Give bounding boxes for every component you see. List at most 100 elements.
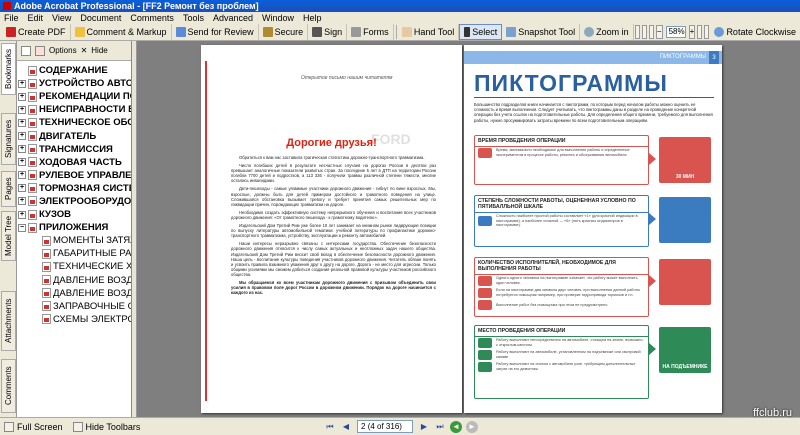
zoom-out-icon[interactable]: − [655,24,663,39]
pictogram-description: Сложность наиболее простой работы состав… [496,214,638,228]
bookmark-item[interactable]: + ЭЛЕКТРООБОРУДОВ [17,195,131,208]
menu-help[interactable]: Help [303,13,322,23]
bookmark-options-button[interactable]: Options [49,46,77,55]
tab-model-tree[interactable]: Model Tree [1,211,16,261]
bookmark-page-icon [28,170,37,181]
expand-toggle-icon[interactable]: + [18,184,26,193]
expand-toggle-icon[interactable]: + [18,132,26,141]
single-page-icon[interactable] [697,24,703,39]
menu-window[interactable]: Window [262,13,294,23]
bookmark-item[interactable]: + ТРАНСМИССИЯ [17,143,131,156]
fit-page-icon[interactable] [641,24,647,39]
continuous-page-icon[interactable] [704,24,710,39]
bookmark-item[interactable]: + ТЕХНИЧЕСКОЕ ОБСЛ [17,116,131,129]
bookmark-item[interactable]: ДАВЛЕНИЕ ВОЗДУ [17,274,131,287]
bookmark-item[interactable]: + РЕКОМЕНДАЦИИ ПО [17,90,131,103]
letter-body: Обратиться к вам нас заставила трагическ… [231,155,436,298]
bookmark-page-icon [42,314,51,325]
actual-size-icon[interactable] [634,24,640,39]
expand-toggle-icon[interactable]: + [18,92,26,101]
bookmark-item[interactable]: + ДВИГАТЕЛЬ [17,129,131,142]
hide-toolbars-button[interactable]: Hide Toolbars [86,422,141,432]
fit-width-icon[interactable] [648,24,654,39]
tab-attachments[interactable]: Attachments [1,291,16,351]
menu-file[interactable]: File [4,13,19,23]
expand-toggle-icon[interactable]: + [18,79,26,88]
zoom-level-field[interactable]: 58% [665,25,686,38]
bookmark-item[interactable]: МОМЕНТЫ ЗАТЯЖ [17,234,131,247]
go-forward-icon[interactable]: ► [466,420,478,433]
expand-toggle-icon[interactable]: + [18,105,26,114]
bookmark-item[interactable]: + КУЗОВ [17,208,131,221]
go-back-icon[interactable]: ◄ [450,420,462,433]
tab-comments[interactable]: Comments [1,359,16,413]
menu-advanced[interactable]: Advanced [213,13,253,23]
expand-toggle-icon[interactable]: + [18,171,26,180]
new-bookmark-icon[interactable] [21,45,31,56]
bookmark-page-icon [28,157,37,168]
pictogram-icon [478,350,492,360]
previous-page-icon[interactable]: ◀ [340,421,352,433]
bookmark-item[interactable]: + ХОДОВАЯ ЧАСТЬ [17,156,131,169]
expand-toggle-icon[interactable]: − [18,223,26,232]
last-page-icon[interactable]: ⏭ [434,421,446,433]
hide-panel-button[interactable]: Hide [91,46,107,55]
bookmark-label: СХЕМЫ ЭЛЕКТРОС [53,313,131,325]
bookmark-item[interactable]: + РУЛЕВОЕ УПРАВЛЕН [17,169,131,182]
page-number-field[interactable]: 2 (4 of 316) [357,420,413,433]
bookmark-item[interactable]: СОДЕРЖАНИЕ [17,64,131,77]
secure-label: Secure [274,26,304,37]
expand-toggle-icon[interactable]: + [18,145,26,154]
tab-pages[interactable]: Pages [1,171,16,207]
menu-view[interactable]: View [52,13,71,23]
create-pdf-button[interactable]: Create PDF [2,23,71,40]
sign-button[interactable]: Sign [308,23,348,40]
bookmark-label: ХОДОВАЯ ЧАСТЬ [39,156,122,168]
bookmark-item[interactable]: ЗАПРАВОЧНЫЕ ОБ [17,300,131,313]
expand-toggle-icon[interactable]: + [18,158,26,167]
send-review-button[interactable]: Send for Review [172,23,259,40]
menu-edit[interactable]: Edit [28,13,44,23]
acrobat-app-icon [3,2,11,10]
menu-tools[interactable]: Tools [183,13,204,23]
document-view[interactable]: Открытое письмо нашим читателям FORD Дор… [137,41,800,417]
first-page-icon[interactable]: ⏮ [324,421,336,433]
tab-signatures[interactable]: Signatures [1,113,16,165]
secure-button[interactable]: Secure [259,23,309,40]
tab-bookmarks[interactable]: Bookmarks [1,43,16,95]
rotate-clockwise-button[interactable]: Rotate Clockwise [710,24,800,40]
menu-comments[interactable]: Comments [130,13,174,23]
expand-toggle-icon[interactable]: + [18,210,26,219]
bookmark-item[interactable]: + УСТРОЙСТВО АВТОМ [17,77,131,90]
bookmark-item[interactable]: − ПРИЛОЖЕНИЯ [17,221,131,234]
hide-toolbars-icon[interactable] [72,421,83,432]
magnifier-icon [584,26,595,37]
bookmark-item[interactable]: + ТОРМОЗНАЯ СИСТЕ [17,182,131,195]
delete-bookmark-icon[interactable] [35,45,45,56]
pictogram-description: Выполнение работ без помощника при этом … [496,302,609,307]
expand-toggle-icon[interactable]: + [18,197,26,206]
comment-markup-button[interactable]: Comment & Markup [71,23,172,40]
zoom-in-icon[interactable]: + [688,24,696,39]
forms-button[interactable]: Forms [347,23,394,40]
bookmark-item[interactable]: + НЕИСПРАВНОСТИ В [17,103,131,116]
next-page-icon[interactable]: ▶ [418,421,430,433]
bookmark-item[interactable]: СХЕМЫ ЭЛЕКТРОС [17,313,131,326]
menu-document[interactable]: Document [80,13,121,23]
bookmark-page-icon [28,78,37,89]
full-screen-icon[interactable] [4,421,14,432]
bookmark-item[interactable]: ГАБАРИТНЫЕ РАЗ [17,247,131,260]
close-icon[interactable]: ✕ [81,46,88,55]
expand-toggle-icon[interactable]: + [18,118,26,127]
snapshot-tool-button[interactable]: Snapshot Tool [502,23,581,40]
zoom-in-button[interactable]: Zoom in [580,23,634,40]
section-arrow-icon [649,275,656,287]
full-screen-button[interactable]: Full Screen [17,422,63,432]
select-button[interactable]: Select [459,23,503,40]
menu-bar: File Edit View Document Comments Tools A… [0,12,800,23]
bookmark-item[interactable]: ТЕХНИЧЕСКИЕ ХАР [17,260,131,273]
hand-tool-button[interactable]: Hand Tool [398,23,460,40]
window-title: Adobe Acrobat Professional - [FF2 Ремонт… [14,1,259,11]
pictogram-description: Работу выполняют непосредственно на авто… [496,338,644,347]
bookmark-item[interactable]: ДАВЛЕНИЕ ВОЗДУ [17,287,131,300]
